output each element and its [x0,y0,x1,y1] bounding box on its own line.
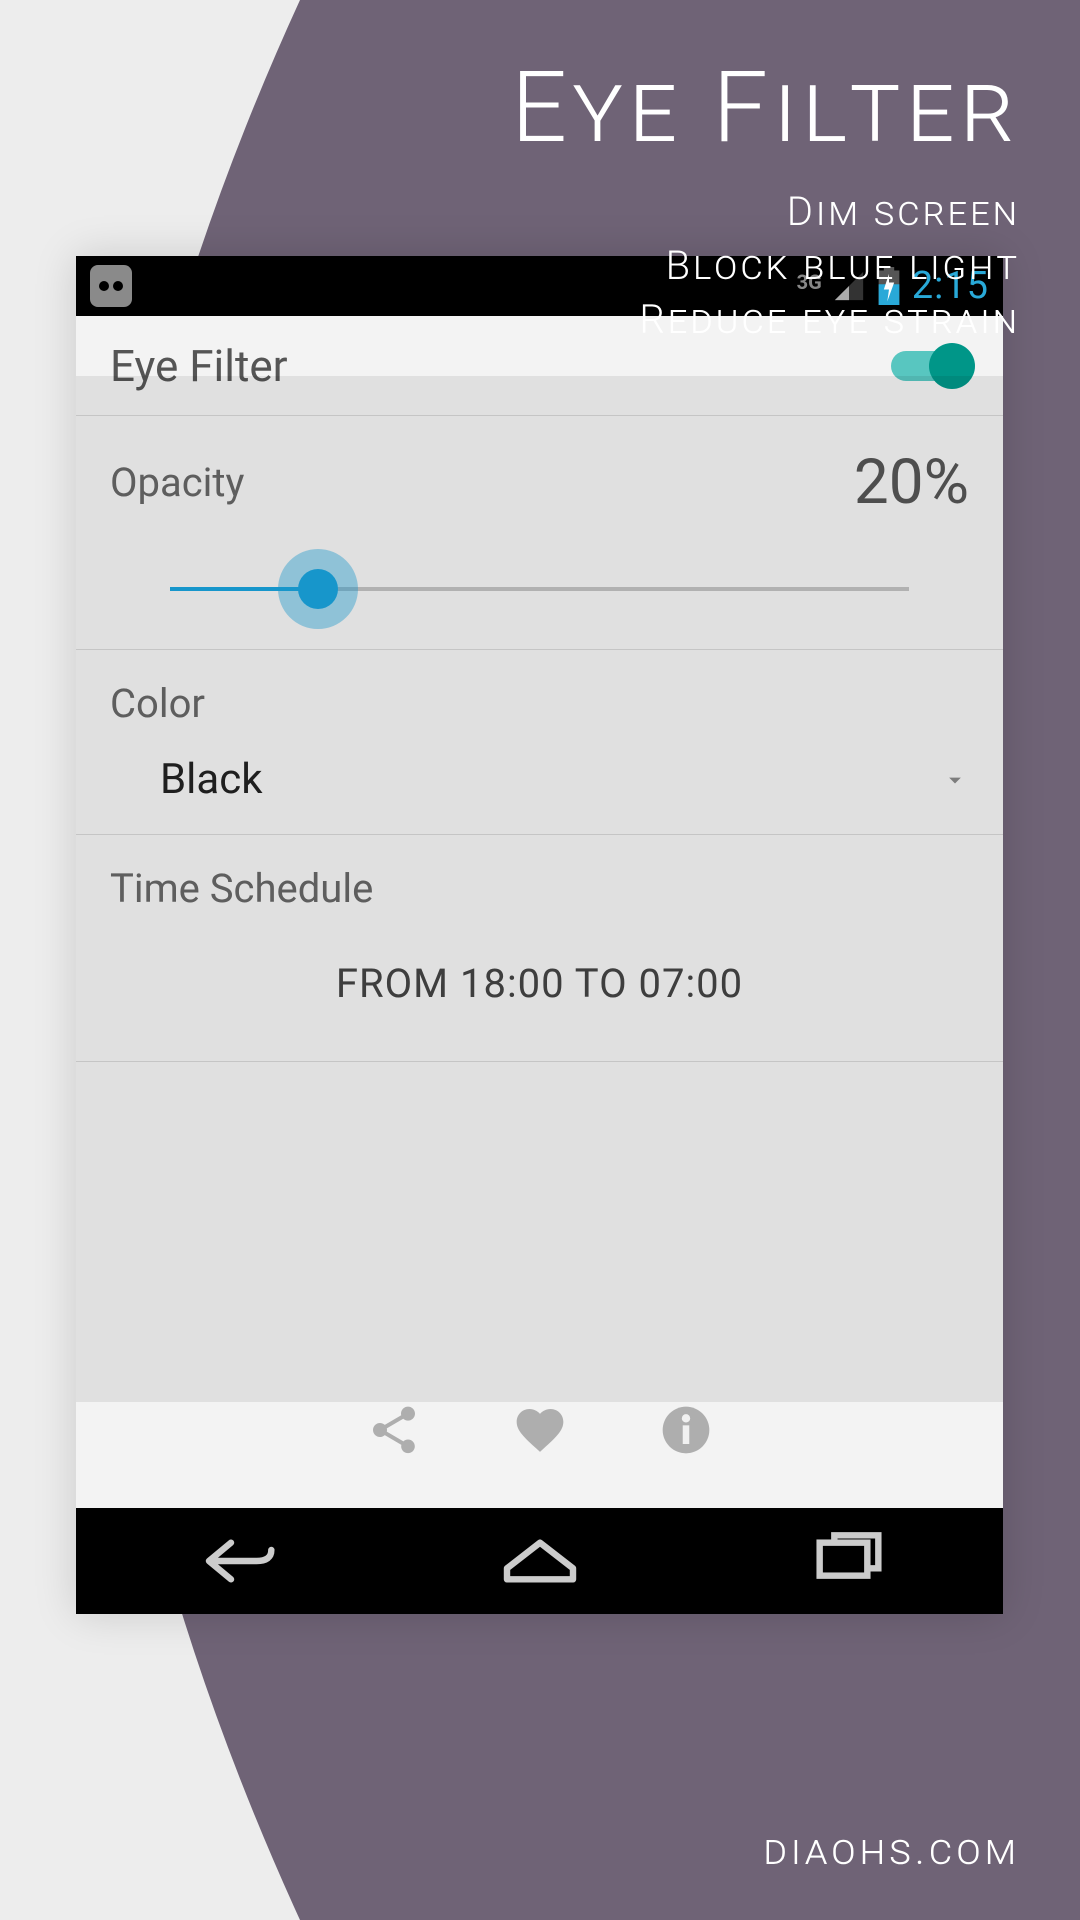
color-dropdown[interactable]: Black [160,755,969,804]
schedule-label: Time Schedule [110,865,969,912]
app-notification-icon [90,265,132,307]
opacity-slider[interactable] [170,569,909,609]
promo-title: Eye Filter [511,50,1020,165]
color-selected: Black [160,755,941,804]
device-screenshot: 3G 2:15 Eye Filter Opacity 20% [76,256,1003,1614]
footer-brand: diaohs.com [763,1826,1020,1875]
promo-line-3: Reduce eye strain [511,293,1020,347]
app-title: Eye Filter [110,340,891,392]
promo-block: Eye Filter Dim screen Block blue light R… [511,50,1020,347]
color-section: Color Black [76,650,1003,835]
opacity-label: Opacity [110,459,244,506]
share-icon[interactable] [366,1402,422,1458]
home-icon[interactable] [485,1531,595,1591]
schedule-section: Time Schedule FROM 18:00 TO 07:00 [76,835,1003,1062]
enable-toggle[interactable] [891,351,969,381]
schedule-value[interactable]: FROM 18:00 TO 07:00 [110,912,969,1031]
promo-line-1: Dim screen [511,185,1020,239]
app-body: Eye Filter Opacity 20% Color Black Ti [76,316,1003,1508]
heart-icon[interactable] [512,1402,568,1458]
color-label: Color [110,680,969,727]
promo-line-2: Block blue light [511,239,1020,293]
opacity-value: 20% [854,446,969,519]
navigation-bar [76,1508,1003,1614]
opacity-section: Opacity 20% [76,416,1003,650]
recent-apps-icon[interactable] [794,1531,904,1591]
info-icon[interactable] [658,1402,714,1458]
chevron-down-icon [941,766,969,794]
back-icon[interactable] [176,1531,286,1591]
bottom-action-row [76,1362,1003,1508]
